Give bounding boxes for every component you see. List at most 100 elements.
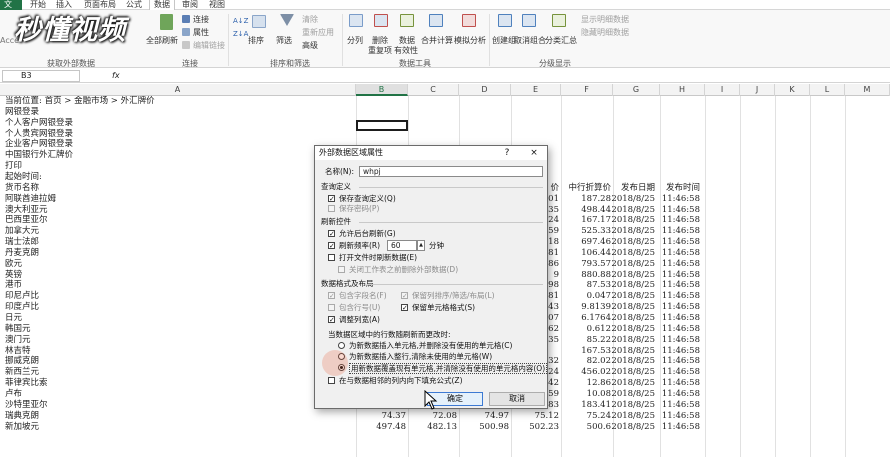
cell-f[interactable]: 9.8139 bbox=[581, 302, 611, 313]
column-header-A[interactable]: A bbox=[0, 84, 356, 96]
cell-f[interactable]: 167.17 bbox=[581, 215, 611, 226]
cell-a[interactable]: 沙特里亚尔 bbox=[5, 400, 48, 411]
cell-e[interactable]: 价 bbox=[550, 183, 559, 194]
cell-h[interactable]: 11:46:58 bbox=[662, 194, 700, 205]
cell-d[interactable]: 500.98 bbox=[479, 422, 509, 433]
include-field-names-checkbox[interactable]: ✓ bbox=[328, 292, 335, 300]
cell-a[interactable]: 日元 bbox=[5, 313, 22, 324]
formula-input[interactable] bbox=[126, 70, 886, 82]
cell-f[interactable]: 10.08 bbox=[587, 389, 611, 400]
tab-review[interactable]: 审阅 bbox=[178, 0, 202, 10]
cell-a[interactable]: 菲律宾比索 bbox=[5, 378, 48, 389]
cell-a[interactable]: 印尼卢比 bbox=[5, 291, 39, 302]
sort-desc-button[interactable]: Z↓A bbox=[233, 30, 248, 39]
cell-h[interactable]: 11:46:58 bbox=[662, 346, 700, 357]
connections-button[interactable]: 连接 bbox=[193, 15, 209, 24]
sort-button[interactable]: 排序 bbox=[248, 36, 264, 45]
cell-a[interactable]: 货币名称 bbox=[5, 183, 39, 194]
cell-h[interactable]: 11:46:58 bbox=[662, 280, 700, 291]
column-header-L[interactable]: L bbox=[810, 84, 845, 96]
cell-f[interactable]: 187.28 bbox=[581, 194, 611, 205]
cell-e[interactable]: 59 bbox=[548, 226, 559, 237]
filter-button[interactable]: 筛选 bbox=[276, 36, 292, 45]
save-password-checkbox[interactable] bbox=[328, 205, 335, 212]
cell-a[interactable]: 企业客户网银登录 bbox=[5, 139, 73, 150]
cell-f[interactable]: 525.33 bbox=[581, 226, 611, 237]
cell-f[interactable]: 6.1764 bbox=[581, 313, 611, 324]
cell-e[interactable]: 24 bbox=[548, 367, 559, 378]
name-box[interactable]: B3 bbox=[2, 70, 80, 82]
cell-h[interactable]: 11:46:58 bbox=[662, 356, 700, 367]
cell-f[interactable]: 87.53 bbox=[587, 280, 611, 291]
column-header-F[interactable]: F bbox=[561, 84, 613, 96]
cell-f[interactable]: 0.612 bbox=[587, 324, 611, 335]
cell-e[interactable]: 502.23 bbox=[529, 422, 559, 433]
properties-button[interactable]: 属性 bbox=[193, 28, 209, 37]
cell-c[interactable]: 72.08 bbox=[433, 411, 457, 422]
cancel-button[interactable]: 取消 bbox=[489, 392, 545, 406]
insert-cells-radio[interactable] bbox=[338, 342, 345, 349]
cell-h[interactable]: 11:46:58 bbox=[662, 270, 700, 281]
cell-f[interactable]: 456.02 bbox=[581, 367, 611, 378]
cell-f[interactable]: 793.57 bbox=[581, 259, 611, 270]
refresh-on-open-checkbox[interactable] bbox=[328, 254, 335, 261]
cell-g[interactable]: 2018/8/25 bbox=[611, 324, 655, 335]
remove-duplicates-button[interactable]: 删除 bbox=[372, 36, 388, 45]
tab-view[interactable]: 视图 bbox=[205, 0, 229, 10]
cell-a[interactable]: 挪威克朗 bbox=[5, 356, 39, 367]
cell-f[interactable]: 697.46 bbox=[581, 237, 611, 248]
column-header-H[interactable]: H bbox=[660, 84, 705, 96]
include-row-numbers-checkbox[interactable] bbox=[328, 304, 335, 311]
cell-b[interactable]: 497.48 bbox=[376, 422, 406, 433]
cell-h[interactable]: 11:46:58 bbox=[662, 389, 700, 400]
cell-e[interactable]: 35 bbox=[548, 205, 559, 216]
cell-a[interactable]: 个人贵宾网银登录 bbox=[5, 129, 73, 140]
cell-a[interactable]: 加拿大元 bbox=[5, 226, 39, 237]
cell-f[interactable]: 106.44 bbox=[581, 248, 611, 259]
column-header-B[interactable]: B bbox=[356, 84, 408, 96]
cell-e[interactable]: 24 bbox=[548, 215, 559, 226]
cell-g[interactable]: 2018/8/25 bbox=[611, 335, 655, 346]
remove-external-data-checkbox[interactable] bbox=[338, 266, 345, 273]
cell-a[interactable]: 新加坡元 bbox=[5, 422, 39, 433]
cell-h[interactable]: 11:46:58 bbox=[662, 259, 700, 270]
cell-e[interactable]: 62 bbox=[548, 324, 559, 335]
cell-a[interactable]: 印度卢比 bbox=[5, 302, 39, 313]
cell-a[interactable]: 港币 bbox=[5, 280, 22, 291]
cell-h[interactable]: 11:46:58 bbox=[662, 248, 700, 259]
column-header-C[interactable]: C bbox=[408, 84, 459, 96]
cell-e[interactable]: 07 bbox=[548, 313, 559, 324]
clear-filter-button[interactable]: 清除 bbox=[302, 15, 318, 24]
cell-a[interactable]: 瑞典克朗 bbox=[5, 411, 39, 422]
sort-asc-button[interactable]: A↓Z bbox=[233, 17, 248, 26]
cell-g[interactable]: 2018/8/25 bbox=[611, 411, 655, 422]
cell-g[interactable]: 2018/8/25 bbox=[611, 291, 655, 302]
ungroup-button[interactable]: 取消组合 bbox=[514, 36, 546, 45]
cell-h[interactable]: 11:46:58 bbox=[662, 205, 700, 216]
cell-f[interactable]: 85.22 bbox=[587, 335, 611, 346]
fx-icon[interactable]: fx bbox=[112, 71, 120, 80]
cell-d[interactable]: 74.97 bbox=[485, 411, 509, 422]
cell-g[interactable]: 2018/8/25 bbox=[611, 378, 655, 389]
cell-g[interactable]: 2018/8/25 bbox=[611, 302, 655, 313]
cell-h[interactable]: 11:46:58 bbox=[662, 335, 700, 346]
cell-g[interactable]: 2018/8/25 bbox=[611, 389, 655, 400]
cell-a[interactable]: 林吉特 bbox=[5, 346, 31, 357]
active-cell-B3[interactable] bbox=[356, 120, 408, 131]
cell-e[interactable]: 81 bbox=[548, 291, 559, 302]
cell-e[interactable]: 35 bbox=[548, 335, 559, 346]
cell-h[interactable]: 11:46:58 bbox=[662, 378, 700, 389]
refresh-all-button[interactable]: 全部刷新 bbox=[146, 36, 178, 45]
cell-h[interactable]: 11:46:58 bbox=[662, 400, 700, 411]
cell-h[interactable]: 11:46:58 bbox=[662, 226, 700, 237]
cell-a[interactable]: 起始时间: bbox=[5, 172, 42, 183]
cell-a[interactable]: 丹麦克朗 bbox=[5, 248, 39, 259]
cell-b[interactable]: 74.37 bbox=[382, 411, 406, 422]
close-icon[interactable]: × bbox=[527, 146, 541, 160]
column-header-G[interactable]: G bbox=[613, 84, 660, 96]
preserve-sort-checkbox[interactable]: ✓ bbox=[401, 292, 408, 300]
cell-a[interactable]: 欧元 bbox=[5, 259, 22, 270]
cell-f[interactable]: 498.44 bbox=[581, 205, 611, 216]
cell-h[interactable]: 11:46:58 bbox=[662, 422, 700, 433]
consolidate-button[interactable]: 合并计算 bbox=[421, 36, 453, 45]
